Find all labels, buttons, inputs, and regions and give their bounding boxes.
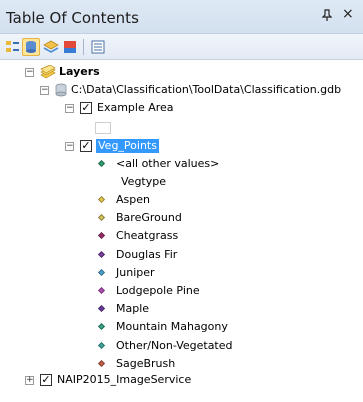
collapse-example-area-toggle[interactable]: − <box>65 104 74 113</box>
collapse-gdb-toggle[interactable]: − <box>40 86 49 95</box>
collapse-veg-points-toggle[interactable]: − <box>65 142 74 151</box>
toc-tree: − Layers − C:\Data\Classification\ToolDa… <box>0 60 363 402</box>
class-symbol[interactable] <box>97 268 106 276</box>
imageservice-label[interactable]: NAIP2015_ImageService <box>57 373 191 387</box>
list-by-visibility-icon[interactable] <box>42 38 60 56</box>
collapse-layers-toggle[interactable]: − <box>25 68 34 77</box>
class-symbol[interactable] <box>97 250 106 258</box>
example-area-label[interactable]: Example Area <box>97 101 174 115</box>
expand-imageservice-toggle[interactable]: + <box>25 376 34 385</box>
veg-points-label[interactable]: Veg_Points <box>96 139 159 153</box>
class-label: Juniper <box>116 265 155 279</box>
gdb-path-label[interactable]: C:\Data\Classification\ToolData\Classifi… <box>71 83 341 97</box>
all-other-values-symbol[interactable] <box>97 159 106 168</box>
field-heading-label: Vegtype <box>121 175 166 188</box>
veg-points-visibility-checkbox[interactable]: ✓ <box>80 140 92 152</box>
class-symbol[interactable] <box>97 214 106 222</box>
class-symbol[interactable] <box>97 323 106 331</box>
class-symbol[interactable] <box>97 195 106 204</box>
class-label: SageBrush <box>116 356 176 370</box>
class-label: Cheatgrass <box>116 229 179 243</box>
all-other-values-label: <all other values> <box>116 157 220 170</box>
list-by-source-icon[interactable] <box>22 38 40 56</box>
class-label: Maple <box>116 302 150 316</box>
window-title: Table Of Contents <box>6 9 139 27</box>
example-area-visibility-checkbox[interactable]: ✓ <box>80 102 92 114</box>
class-symbol[interactable] <box>97 341 106 349</box>
close-icon[interactable]: × <box>342 7 354 21</box>
class-symbol[interactable] <box>97 232 106 240</box>
pin-icon[interactable] <box>321 9 333 24</box>
list-by-drawing-order-icon[interactable] <box>4 38 22 56</box>
example-area-symbol[interactable] <box>95 122 111 134</box>
class-label: Mountain Mahagony <box>116 320 228 334</box>
class-label: Douglas Fir <box>116 247 178 261</box>
class-symbol[interactable] <box>97 359 106 367</box>
toc-title-bar: Table Of Contents × <box>0 0 363 34</box>
toc-toolbar <box>0 34 363 60</box>
class-symbol[interactable] <box>97 286 106 295</box>
geodatabase-icon <box>55 83 67 100</box>
class-label: Lodgepole Pine <box>116 284 200 297</box>
class-label: Aspen <box>116 193 150 206</box>
class-label: Other/Non-Vegetated <box>116 338 233 352</box>
layers-root-label[interactable]: Layers <box>59 65 100 79</box>
toolbar-separator <box>83 39 84 55</box>
options-icon[interactable] <box>89 38 107 56</box>
list-by-selection-icon[interactable] <box>61 38 79 56</box>
class-symbol[interactable] <box>97 305 106 313</box>
data-frame-icon <box>40 64 56 82</box>
imageservice-visibility-checkbox[interactable]: ✓ <box>40 374 52 386</box>
class-label: BareGround <box>116 211 182 225</box>
